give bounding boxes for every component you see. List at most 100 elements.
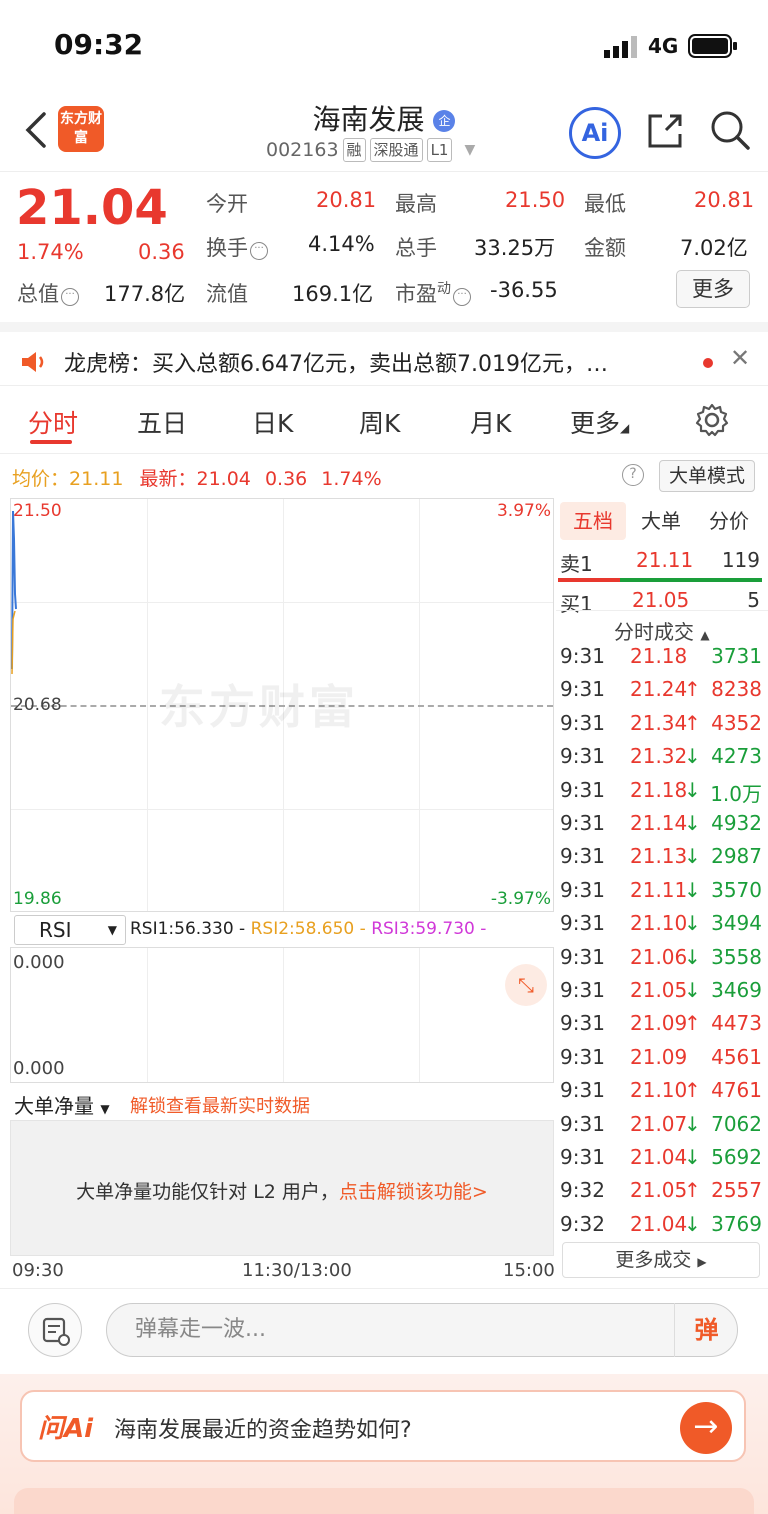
trade-direction-icon: ↓ <box>684 944 701 969</box>
tab-daily-k[interactable]: 日K <box>252 404 293 440</box>
verified-badge-icon: 企 <box>433 110 456 132</box>
trade-volume: 4561 <box>711 1044 762 1069</box>
trade-volume: 2987 <box>711 844 762 869</box>
trade-row: 9:31 21.04 ↓ 5692 <box>556 1143 768 1176</box>
tab-five-day[interactable]: 五日 <box>137 404 187 440</box>
more-trades-button[interactable]: 更多成交 ▶ <box>562 1242 760 1278</box>
tab-monthly-k[interactable]: 月K <box>470 404 511 440</box>
trade-time: 9:31 <box>560 1111 605 1136</box>
info-dots-icon[interactable]: ··· <box>61 288 79 306</box>
info-dots-icon[interactable]: ··· <box>250 242 268 260</box>
trade-time: 9:31 <box>560 1044 605 1069</box>
help-icon[interactable]: ? <box>622 464 644 486</box>
trade-volume: 5692 <box>711 1145 762 1169</box>
rsi1-value: RSI1:56.330 - <box>130 919 246 939</box>
ask-ai-panel: 问Ai 海南发展最近的资金趋势如何? → <box>0 1374 768 1514</box>
search-icon[interactable] <box>708 108 752 152</box>
more-quote-button[interactable]: 更多 <box>676 270 750 308</box>
tab-weekly-k[interactable]: 周K <box>359 404 400 440</box>
dragon-tiger-banner[interactable]: 龙虎榜：买入总额6.647亿元，卖出总额7.019亿元，… ✕ <box>0 322 768 386</box>
tag-margin: 融 <box>342 138 366 162</box>
trade-price: 21.11 <box>630 877 688 902</box>
close-icon[interactable]: ✕ <box>730 344 750 372</box>
trade-volume: 4932 <box>711 811 762 835</box>
trade-price: 21.09 <box>630 1044 688 1069</box>
float-value: 169.1亿 <box>292 282 374 306</box>
amount-label: 金额 <box>584 236 626 260</box>
stock-code: 002163 <box>266 139 339 161</box>
locked-feature-panel: 大单净量功能仅针对 L2 用户，点击解锁该功能> <box>10 1120 554 1256</box>
trade-row: 9:31 21.10 ↓ 3494 <box>556 909 768 942</box>
trade-direction-icon: ↓ <box>684 1211 701 1236</box>
trade-direction-icon: ↓ <box>684 844 701 869</box>
arrow-right-icon[interactable]: → <box>680 1402 732 1454</box>
trade-time: 9:31 <box>560 677 605 702</box>
trade-time: 9:31 <box>560 777 605 802</box>
trade-direction-icon: ↑ <box>684 1078 701 1103</box>
expand-icon[interactable]: ⤡ <box>505 964 547 1006</box>
trade-time: 9:31 <box>560 844 605 869</box>
banner-text: 龙虎榜：买入总额6.647亿元，卖出总额7.019亿元，… <box>64 352 608 377</box>
tab-five-levels[interactable]: 五档 <box>560 502 626 540</box>
buy-pressure-bar <box>620 578 762 582</box>
status-time: 09:32 <box>54 28 144 61</box>
latest-change: 0.36 <box>264 468 308 490</box>
trade-row: 9:32 21.05 ↑ 2557 <box>556 1176 768 1209</box>
pe-value: -36.55 <box>490 278 558 302</box>
change-amount: 0.36 <box>138 240 185 264</box>
trade-row: 9:31 21.07 ↓ 7062 <box>556 1110 768 1143</box>
trade-time: 9:31 <box>560 1011 605 1036</box>
intraday-chart[interactable]: 东方财富 21.50 20.68 19.86 3.97% -3.97% <box>10 498 554 912</box>
high-label: 最高 <box>395 192 437 216</box>
unlock-feature-link[interactable]: 点击解锁该功能> <box>339 1181 488 1203</box>
trades-title[interactable]: 分时成交 ▲ <box>614 616 710 645</box>
danmaku-send-button[interactable]: 弹 <box>674 1303 738 1357</box>
indicator-selector[interactable]: RSI ▼ <box>14 915 126 945</box>
trade-price: 21.32 <box>630 744 688 769</box>
stock-code-line[interactable]: 002163 融 深股通 L1 ▼ <box>266 138 475 162</box>
tab-price-dist[interactable]: 分价 <box>696 502 762 540</box>
rsi3-value: RSI3:59.730 - <box>371 919 487 939</box>
trade-direction-icon: ↓ <box>684 777 701 802</box>
settings-gear-icon[interactable] <box>694 402 730 438</box>
trade-price: 21.05 <box>630 1178 688 1203</box>
trade-price: 21.09 <box>630 1011 688 1036</box>
danmaku-bar: 弹幕走一波... 弹 <box>0 1288 768 1372</box>
danmaku-toggle-icon[interactable] <box>28 1303 82 1357</box>
rsi-y-bottom: 0.000 <box>13 1058 65 1079</box>
tab-more[interactable]: 更多◢ <box>570 404 629 440</box>
ai-button[interactable]: Ai <box>569 107 621 159</box>
mktcap-value: 177.8亿 <box>104 282 186 306</box>
amount-value: 7.02亿 <box>680 236 748 260</box>
tab-big-orders[interactable]: 大单 <box>628 502 694 540</box>
sell-pressure-bar <box>558 578 620 582</box>
trade-direction-icon: ↓ <box>684 811 701 835</box>
share-icon[interactable] <box>644 110 686 152</box>
lock-panel-text: 大单净量功能仅针对 L2 用户， <box>76 1181 339 1203</box>
danmaku-input[interactable]: 弹幕走一波... <box>106 1303 738 1357</box>
trade-direction-icon: ↑ <box>684 1178 701 1203</box>
trade-time: 9:31 <box>560 944 605 969</box>
big-order-bar: 大单净量 ▼ 解锁查看最新实时数据 <box>10 1084 554 1120</box>
trade-direction-icon: ↑ <box>684 677 701 702</box>
info-dots-icon[interactable]: ··· <box>453 288 471 306</box>
rsi-chart[interactable]: 0.000 0.000 ⤡ <box>10 947 554 1083</box>
big-order-selector[interactable]: 大单净量 ▼ <box>14 1090 110 1119</box>
unlock-link[interactable]: 解锁查看最新实时数据 <box>130 1092 310 1118</box>
chart-tabs: 分时 五日 日K 周K 月K 更多◢ <box>0 388 768 454</box>
status-bar: 09:32 4G <box>0 0 768 90</box>
trade-price: 21.10 <box>630 911 688 936</box>
rsi2-value: RSI2:58.650 - <box>250 919 366 939</box>
tab-intraday[interactable]: 分时 <box>28 404 78 440</box>
trade-row: 9:31 21.11 ↓ 3570 <box>556 876 768 909</box>
intraday-summary: 均价：21.11 最新：21.04 0.36 1.74% ? 大单模式 <box>0 456 768 496</box>
big-order-mode-button[interactable]: 大单模式 <box>659 460 755 492</box>
trade-volume: 4761 <box>711 1078 762 1103</box>
open-label: 今开 <box>206 192 248 216</box>
latest-value: 21.04 <box>196 468 251 490</box>
volume-label: 总手 <box>395 236 437 260</box>
float-label: 流值 <box>206 282 248 306</box>
ask-ai-box[interactable]: 问Ai 海南发展最近的资金趋势如何? → <box>20 1390 746 1462</box>
trade-direction-icon: ↓ <box>684 744 701 769</box>
sort-up-icon: ▲ <box>700 628 710 642</box>
